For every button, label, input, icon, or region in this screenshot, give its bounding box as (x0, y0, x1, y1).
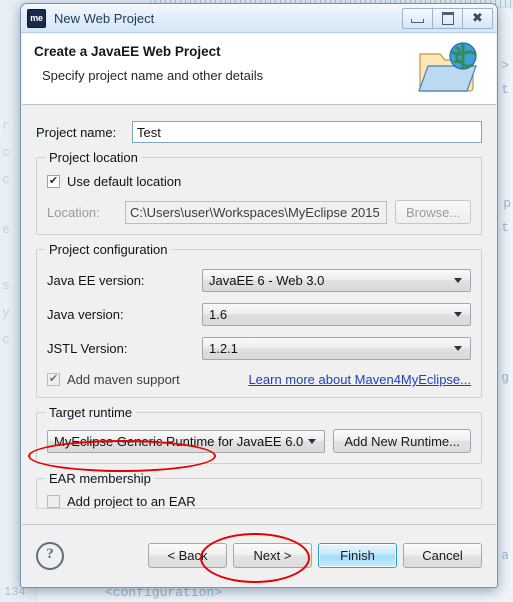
location-label: Location: (47, 204, 100, 220)
next-button[interactable]: Next > (233, 543, 312, 568)
maven4myeclipse-link[interactable]: Learn more about Maven4MyEclipse... (248, 372, 471, 387)
add-project-to-ear-row[interactable]: Add project to an EAR (47, 495, 471, 508)
close-button[interactable]: ✖ (463, 8, 493, 29)
java-ee-version-value: JavaEE 6 - Web 3.0 (209, 273, 325, 288)
add-project-to-ear-checkbox[interactable] (47, 495, 60, 508)
add-maven-support-label: Add maven support (67, 372, 180, 387)
project-configuration-group: Project configuration Java EE version: J… (36, 242, 482, 398)
target-runtime-value: MyEclipse Generic Runtime for JavaEE 6.0 (54, 433, 304, 449)
target-runtime-legend: Target runtime (45, 405, 137, 420)
chevron-down-icon (454, 312, 462, 317)
add-new-runtime-button[interactable]: Add New Runtime... (333, 429, 471, 453)
java-ee-version-select[interactable]: JavaEE 6 - Web 3.0 (202, 269, 471, 292)
cancel-button[interactable]: Cancel (403, 543, 482, 568)
checkmark-icon: ✔ (48, 175, 59, 187)
java-ee-version-label: Java EE version: (47, 273, 145, 288)
back-button[interactable]: < Back (148, 543, 227, 568)
close-icon: ✖ (472, 11, 483, 26)
jstl-version-label: JSTL Version: (47, 341, 128, 356)
java-version-label: Java version: (47, 307, 124, 322)
use-default-location-row[interactable]: ✔ Use default location (47, 174, 471, 189)
java-version-row: Java version: 1.6 (47, 303, 471, 326)
ear-membership-legend: EAR membership (45, 471, 155, 486)
java-ee-version-row: Java EE version: JavaEE 6 - Web 3.0 (47, 269, 471, 292)
add-maven-support-control[interactable]: ✔ Add maven support (47, 372, 180, 387)
use-default-location-label: Use default location (67, 174, 182, 189)
java-version-select[interactable]: 1.6 (202, 303, 471, 326)
project-name-input[interactable] (132, 121, 482, 143)
chevron-down-icon (454, 346, 462, 351)
dialog-title-bar[interactable]: me New Web Project ✖ (21, 4, 497, 33)
footer-button-bar: < Back Next > Finish Cancel (148, 543, 482, 568)
finish-button[interactable]: Finish (318, 543, 397, 568)
browse-button[interactable]: Browse... (395, 200, 471, 224)
java-version-value: 1.6 (209, 307, 228, 322)
project-configuration-legend: Project configuration (45, 242, 172, 257)
checkmark-icon: ✔ (48, 373, 59, 385)
new-web-project-dialog: me New Web Project ✖ Create a JavaEE Web… (20, 3, 498, 588)
target-runtime-select[interactable]: MyEclipse Generic Runtime for JavaEE 6.0 (47, 429, 326, 453)
restore-icon (441, 12, 454, 25)
minimize-icon (411, 19, 424, 23)
project-name-row: Project name: (36, 121, 482, 143)
add-maven-support-checkbox[interactable]: ✔ (47, 373, 60, 386)
location-input[interactable] (125, 200, 387, 224)
myeclipse-me-icon: me (27, 8, 46, 28)
chevron-down-icon (454, 278, 462, 283)
add-project-to-ear-label: Add project to an EAR (67, 495, 196, 508)
window-controls: ✖ (402, 8, 493, 29)
jstl-version-row: JSTL Version: 1.2.1 (47, 337, 471, 360)
dialog-title: New Web Project (54, 10, 155, 26)
target-runtime-row: MyEclipse Generic Runtime for JavaEE 6.0… (47, 429, 471, 453)
jstl-version-value: 1.2.1 (209, 341, 238, 356)
ear-membership-group: EAR membership Add project to an EAR (36, 471, 482, 509)
location-row: Location: Browse... (47, 200, 471, 224)
target-runtime-group: Target runtime MyEclipse Generic Runtime… (36, 405, 482, 464)
maven-support-row: ✔ Add maven support Learn more about Mav… (47, 372, 471, 387)
dialog-banner: Create a JavaEE Web Project Specify proj… (22, 34, 496, 105)
help-icon[interactable]: ? (36, 541, 64, 570)
dialog-footer: ? < Back Next > Finish Cancel (22, 524, 496, 586)
restore-button[interactable] (433, 8, 463, 29)
dialog-content: Project name: Project location ✔ Use def… (22, 105, 496, 524)
web-project-folder-globe-icon (418, 42, 478, 92)
project-location-legend: Project location (45, 150, 142, 165)
minimize-button[interactable] (402, 8, 433, 29)
chevron-down-icon (308, 438, 317, 444)
project-name-label: Project name: (36, 124, 117, 140)
jstl-version-select[interactable]: 1.2.1 (202, 337, 471, 360)
use-default-location-checkbox[interactable]: ✔ (47, 175, 60, 188)
project-location-group: Project location ✔ Use default location … (36, 150, 482, 235)
